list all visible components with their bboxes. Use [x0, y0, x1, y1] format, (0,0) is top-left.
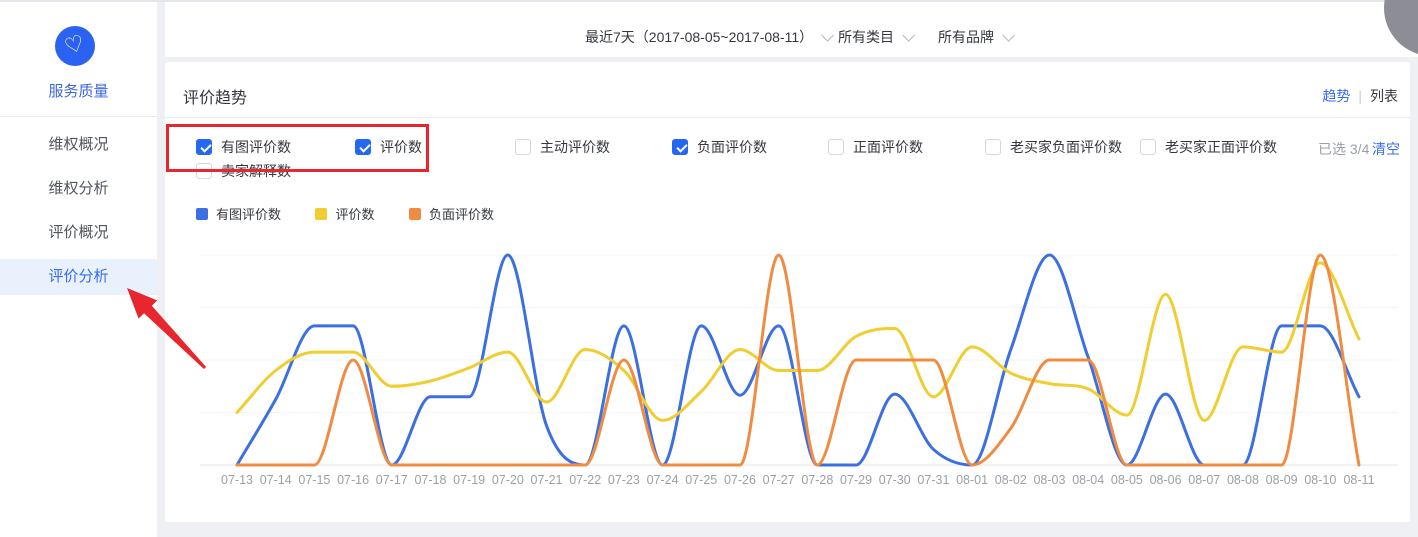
x-axis-label: 08-01 [956, 473, 988, 487]
x-axis-label: 07-14 [260, 473, 292, 487]
x-axis-label: 07-18 [414, 473, 446, 487]
sidebar: ♡ 服务质量 维权概况 维权分析 评价概况 评价分析 [0, 2, 157, 537]
x-axis-label: 08-10 [1304, 473, 1336, 487]
review-trend-panel: 评价趋势 趋势 | 列表 有图评价数 评价数 主动评价数 负面评价数 正面评价数 老… [165, 62, 1410, 522]
panel-divider [165, 117, 1410, 118]
filter-label: 卖家解释数 [221, 163, 291, 179]
filter-negative-reviews[interactable]: 负面评价数 [672, 139, 767, 155]
checkbox-icon[interactable] [985, 139, 1001, 155]
x-axis-label: 07-13 [221, 473, 253, 487]
legend-swatch-icon [196, 208, 208, 220]
filter-label: 老买家负面评价数 [1010, 139, 1122, 155]
sidebar-menu: 维权概况 维权分析 评价概况 评价分析 [0, 127, 157, 303]
checkbox-icon[interactable] [672, 139, 688, 155]
checkbox-icon[interactable] [515, 139, 531, 155]
filter-with-image-reviews[interactable]: 有图评价数 [196, 139, 291, 155]
x-axis-label: 08-08 [1227, 473, 1259, 487]
chart-legend: 有图评价数 评价数 负面评价数 [196, 204, 524, 218]
sidebar-item-review-overview[interactable]: 评价概况 [0, 215, 157, 251]
x-axis-label: 07-27 [763, 473, 795, 487]
checkbox-icon[interactable] [196, 163, 212, 179]
filter-label: 评价数 [380, 139, 422, 155]
x-axis-label: 07-19 [453, 473, 485, 487]
category-dropdown[interactable]: 所有类目 [838, 27, 911, 47]
page: ♡ 服务质量 维权概况 维权分析 评价概况 评价分析 最近7天（2017-08-… [0, 0, 1418, 537]
filter-seller-explanations[interactable]: 卖家解释数 [196, 163, 291, 179]
x-axis-label: 08-03 [1033, 473, 1065, 487]
sidebar-divider [0, 116, 157, 117]
trend-line-chart: 07-13 07-14 07-15 07-16 07-17 07-18 07-19 07-20… [200, 240, 1398, 498]
sidebar-title: 服务质量 [0, 80, 157, 101]
x-axis-label: 08-07 [1188, 473, 1220, 487]
x-axis-label: 07-17 [376, 473, 408, 487]
x-axis-label: 07-30 [879, 473, 911, 487]
clear-selection-link[interactable]: 清空 [1372, 139, 1400, 159]
category-value: 所有类目 [838, 29, 894, 45]
x-axis-label: 07-23 [608, 473, 640, 487]
legend-swatch-icon [315, 208, 327, 220]
x-axis-label: 08-05 [1111, 473, 1143, 487]
x-axis-label: 07-26 [724, 473, 756, 487]
x-axis-label: 08-06 [1150, 473, 1182, 487]
x-axis-label: 07-31 [917, 473, 949, 487]
x-axis-label: 08-11 [1343, 473, 1374, 487]
toggle-trend[interactable]: 趋势 [1322, 88, 1350, 104]
legend-label: 评价数 [335, 207, 374, 222]
x-axis-label: 07-25 [685, 473, 717, 487]
x-axis-label: 07-20 [492, 473, 524, 487]
chevron-down-icon [1002, 29, 1015, 42]
sidebar-item-review-analysis[interactable]: 评价分析 [0, 259, 157, 295]
x-axis-label: 07-16 [337, 473, 369, 487]
chevron-down-icon [902, 29, 915, 42]
legend-item-with-image-reviews[interactable]: 有图评价数 [196, 204, 281, 223]
legend-swatch-icon [409, 208, 421, 220]
date-range-value: 最近7天（2017-08-05~2017-08-11） [585, 29, 813, 45]
checkbox-icon[interactable] [196, 139, 212, 155]
filter-label: 负面评价数 [697, 139, 767, 155]
date-range-dropdown[interactable]: 最近7天（2017-08-05~2017-08-11） [585, 27, 830, 47]
filter-repeat-buyer-negative[interactable]: 老买家负面评价数 [985, 139, 1122, 155]
filter-label: 正面评价数 [853, 139, 923, 155]
filter-positive-reviews[interactable]: 正面评价数 [828, 139, 923, 155]
x-axis-label: 07-21 [531, 473, 563, 487]
view-toggle: 趋势 | 列表 [1322, 86, 1398, 106]
heart-icon: ♡ [62, 32, 88, 59]
legend-label: 有图评价数 [216, 207, 281, 222]
checkbox-icon[interactable] [355, 139, 371, 155]
x-axis-label: 07-22 [569, 473, 601, 487]
chevron-down-icon [821, 29, 834, 42]
brand-value: 所有品牌 [938, 29, 994, 45]
x-axis-label: 07-24 [647, 473, 679, 487]
x-axis-label: 08-02 [995, 473, 1027, 487]
x-axis-label: 07-29 [840, 473, 872, 487]
filter-review-count[interactable]: 评价数 [355, 139, 422, 155]
toggle-separator: | [1358, 88, 1362, 104]
checkbox-icon[interactable] [828, 139, 844, 155]
legend-label: 负面评价数 [429, 207, 494, 222]
sidebar-item-weiquan-overview[interactable]: 维权概况 [0, 127, 157, 163]
selected-count: 已选 3/4 [1318, 139, 1369, 159]
legend-item-negative-reviews[interactable]: 负面评价数 [409, 204, 494, 223]
x-axis-label: 08-09 [1266, 473, 1298, 487]
brand-dropdown[interactable]: 所有品牌 [938, 27, 1011, 47]
filter-label: 有图评价数 [221, 139, 291, 155]
checkbox-icon[interactable] [1140, 139, 1156, 155]
filter-label: 主动评价数 [540, 139, 610, 155]
service-quality-icon: ♡ [55, 26, 95, 66]
x-axis-label: 07-28 [801, 473, 833, 487]
toggle-list[interactable]: 列表 [1370, 88, 1398, 104]
x-axis-label: 08-04 [1072, 473, 1104, 487]
x-axis-label: 07-15 [298, 473, 330, 487]
filter-repeat-buyer-positive[interactable]: 老买家正面评价数 [1140, 139, 1277, 155]
legend-item-review-count[interactable]: 评价数 [315, 204, 374, 223]
sidebar-item-weiquan-analysis[interactable]: 维权分析 [0, 171, 157, 207]
topbar: 最近7天（2017-08-05~2017-08-11） 所有类目 所有品牌 [165, 2, 1418, 57]
filter-label: 老买家正面评价数 [1165, 139, 1277, 155]
filter-active-reviews[interactable]: 主动评价数 [515, 139, 610, 155]
panel-title: 评价趋势 [183, 84, 247, 108]
